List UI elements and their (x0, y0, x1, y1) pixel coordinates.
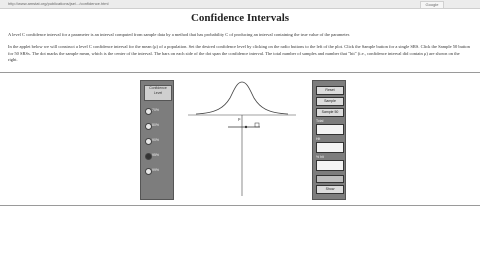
sample-control-panel: Reset Sample Sample 50 Total Hit % hit S… (312, 80, 346, 200)
sample-button[interactable]: Sample (316, 97, 344, 106)
radio-dot[interactable] (145, 138, 152, 145)
sample50-button[interactable]: Sample 50 (316, 108, 344, 117)
confidence-level-panel: Confidence Level 70% 80% 90% 95% 99% (140, 80, 174, 200)
radio-dot-selected[interactable] (145, 153, 152, 160)
divider-bottom (0, 205, 480, 206)
divider-top (0, 72, 480, 73)
radio-level-4[interactable]: 99% (145, 167, 169, 175)
percent-field[interactable] (316, 160, 344, 171)
cursor-marker (254, 122, 260, 128)
confidence-level-heading: Confidence Level (144, 85, 172, 101)
mu-label: μ (238, 116, 241, 121)
radio-dot[interactable] (145, 123, 152, 130)
browser-tab[interactable]: Google (420, 1, 444, 9)
hit-label: Hit (316, 137, 321, 141)
speed-stepper[interactable] (316, 175, 344, 183)
total-field[interactable] (316, 124, 344, 135)
page-title: Confidence Intervals (190, 12, 290, 24)
sample-mean-dot (244, 125, 248, 129)
radio-dot[interactable] (145, 108, 152, 115)
reset-button[interactable]: Reset (316, 86, 344, 95)
radio-level-3[interactable]: 95% (145, 152, 169, 160)
instructions-paragraph: In the applet below we will construct a … (8, 44, 470, 62)
confidence-interval-plot: μ (188, 81, 296, 196)
intro-paragraph: A level C confidence interval for a para… (8, 32, 351, 37)
normal-curve (195, 81, 289, 115)
total-label: Total (316, 119, 324, 123)
hit-field[interactable] (316, 142, 344, 153)
browser-toolbar: http://www.amstat.org/publications/jse/.… (0, 0, 480, 9)
percent-label: % hit (316, 155, 324, 159)
show-button[interactable]: Show (316, 185, 344, 194)
address-bar[interactable]: http://www.amstat.org/publications/jse/.… (8, 1, 258, 6)
radio-dot[interactable] (145, 168, 152, 175)
radio-level-0[interactable]: 70% (145, 107, 169, 115)
radio-level-2[interactable]: 90% (145, 137, 169, 145)
radio-level-1[interactable]: 80% (145, 122, 169, 130)
